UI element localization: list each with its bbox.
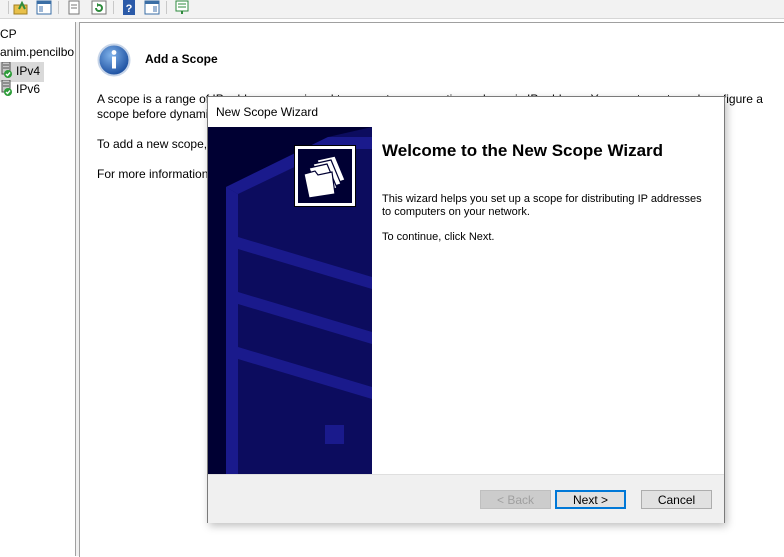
refresh-icon[interactable] [91,0,107,15]
svg-text:?: ? [126,3,133,15]
wizard-instruction: To continue, click Next. [382,231,495,243]
console-tree: CP anim.pencilbo IPv4 IPv6 [0,22,76,556]
show-action-pane-icon[interactable] [144,0,160,15]
toolbar-separator [8,1,9,14]
wizard-description: This wizard helps you set up a scope for… [382,193,702,218]
toolbar-separator [113,1,114,14]
wizard-button-bar: < Back Next > Cancel [208,474,724,523]
tree-item-ipv6[interactable]: IPv6 [0,79,41,100]
toolbar-separator [58,1,59,14]
help-icon[interactable]: ? [121,0,137,15]
new-scope-wizard-dialog: New Scope Wizard Welcome to the New Scop… [207,96,725,523]
wizard-heading: Welcome to the New Scope Wizard [382,141,664,160]
properties-icon[interactable] [66,0,82,15]
cancel-button[interactable]: Cancel [641,490,712,509]
dialog-titlebar[interactable]: New Scope Wizard [208,97,724,127]
show-hide-tree-icon[interactable] [36,0,52,15]
tree-item-label: IPv4 [16,64,41,78]
folder-up-icon[interactable] [13,0,29,15]
toolbar-separator [166,1,167,14]
folder-icon [303,155,346,199]
dialog-title: New Scope Wizard [216,105,319,119]
tree-item-dhcp[interactable]: CP [0,26,17,42]
ipv6-server-icon [0,79,14,100]
tree-item-label: IPv6 [16,82,41,96]
tree-item-label: CP [0,27,17,41]
tree-item-ipv4[interactable]: IPv4 [0,61,45,82]
next-button[interactable]: Next > [555,490,626,509]
tree-item-label: anim.pencilbo [0,45,75,59]
page-title: Add a Scope [145,52,218,66]
wizard-side-graphic [208,127,372,474]
toolbar: ? [0,0,784,19]
back-button[interactable]: < Back [480,490,551,509]
info-icon [97,43,131,77]
wizard-content: Welcome to the New Scope Wizard This wiz… [372,127,724,474]
folder-icon-frame [294,145,356,207]
ipv4-server-icon [0,61,14,82]
tree-item-server[interactable]: anim.pencilbo [0,44,74,60]
export-list-icon[interactable] [174,0,190,15]
